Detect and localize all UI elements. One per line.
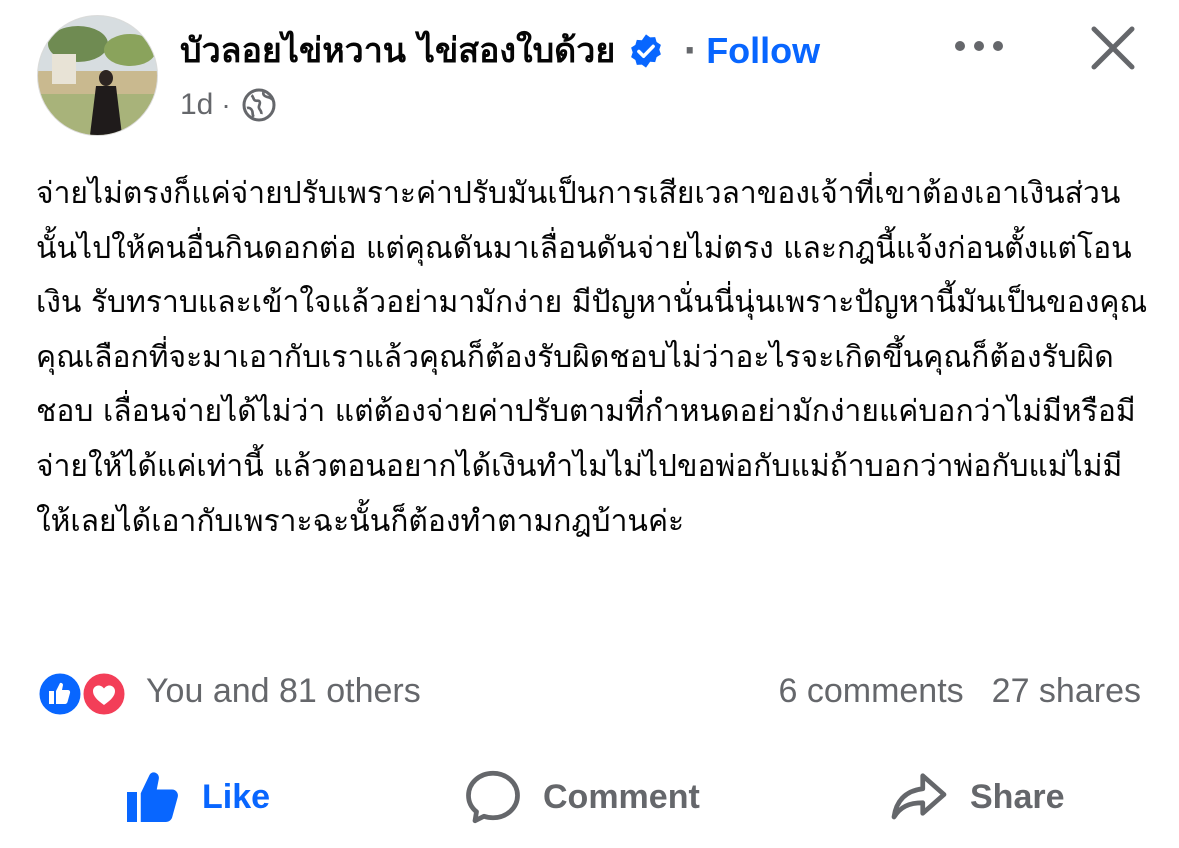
comments-count[interactable]: 6 comments xyxy=(778,672,963,710)
separator-dot: · xyxy=(683,31,697,71)
verified-badge-icon xyxy=(631,34,662,68)
follow-button[interactable]: Follow xyxy=(706,26,820,76)
reaction-icons[interactable] xyxy=(36,670,132,718)
share-button[interactable]: Share xyxy=(888,762,1065,832)
avatar[interactable] xyxy=(37,15,158,136)
close-icon[interactable] xyxy=(1089,24,1137,72)
shares-count[interactable]: 27 shares xyxy=(992,672,1141,710)
love-reaction-icon xyxy=(80,670,128,718)
share-label: Share xyxy=(970,777,1065,816)
like-label: Like xyxy=(202,777,271,816)
reactions-summary[interactable]: You and 81 others xyxy=(146,672,421,711)
engagement-counts: 6 comments 27 shares xyxy=(778,672,1141,711)
comment-label: Comment xyxy=(543,777,700,816)
comment-icon xyxy=(466,770,520,824)
author-name[interactable]: บัวลอยไข่หวาน ไข่สองใบด้วย xyxy=(180,26,615,76)
more-dots-icon[interactable] xyxy=(953,36,1005,56)
share-icon xyxy=(891,773,947,820)
avatar-photo xyxy=(38,16,157,135)
post-text: จ่ายไม่ตรงก็แค่จ่ายปรับเพราะค่าปรับมันเป… xyxy=(36,176,1148,539)
globe-icon xyxy=(242,88,276,122)
like-reaction-icon xyxy=(36,670,84,718)
post-meta: 1d · xyxy=(180,82,277,128)
post-header: บัวลอยไข่หวาน ไข่สองใบด้วย · Follow xyxy=(180,26,820,76)
comment-button[interactable]: Comment xyxy=(463,762,700,832)
meta-separator: · xyxy=(221,89,231,120)
post-time[interactable]: 1d xyxy=(180,82,213,128)
like-button[interactable]: Like xyxy=(122,762,270,832)
like-icon xyxy=(127,772,178,822)
